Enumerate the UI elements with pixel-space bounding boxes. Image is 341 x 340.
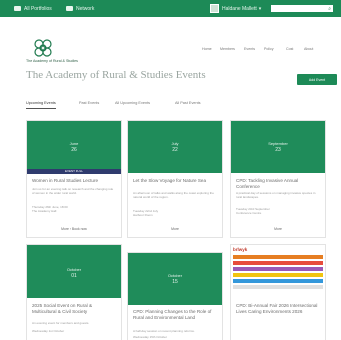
- event-month: October: [167, 273, 183, 278]
- event-date-block: June 26: [27, 121, 121, 169]
- nav-home[interactable]: Home: [202, 47, 212, 51]
- nav-policy[interactable]: Policy: [264, 47, 274, 51]
- nav-about[interactable]: About: [304, 47, 313, 51]
- event-title[interactable]: CPD: Tackling Invasive Annual Conference: [236, 178, 320, 190]
- event-day: 22: [172, 147, 178, 153]
- chevron-down-icon: ▾: [258, 5, 262, 12]
- event-card[interactable]: June 26 EVENT FULL Women in Rural Studie…: [26, 120, 122, 238]
- event-month: June: [69, 141, 79, 146]
- event-title[interactable]: 2025 Social Event on Rural & Multicultur…: [32, 303, 116, 315]
- event-full-badge: EVENT FULL: [27, 169, 121, 174]
- event-description: A half-day session on recent planning re…: [133, 329, 195, 333]
- tab-past-events[interactable]: Past Events: [79, 101, 99, 105]
- event-title[interactable]: CPD: Bi-Annual Fair 2026 Intersectional …: [236, 303, 320, 315]
- event-month: September: [268, 141, 288, 146]
- search-input[interactable]: ⌕: [270, 4, 334, 13]
- network-icon: [66, 6, 73, 11]
- event-day: 26: [71, 147, 77, 153]
- promo-strip-purple: [233, 267, 323, 271]
- all-portfolios-link[interactable]: All Portfolios: [14, 3, 52, 14]
- user-name: Haldane Mallett: [222, 5, 257, 12]
- user-menu[interactable]: Haldane Mallett ▾: [210, 2, 261, 15]
- event-month: July: [171, 141, 179, 146]
- event-title[interactable]: Let the Slow Voyage for Nature Sea: [133, 178, 217, 184]
- promo-strip-grey: [233, 285, 323, 289]
- event-more-link[interactable]: More: [128, 227, 222, 231]
- page-title: The Academy of Rural & Studies Events: [26, 69, 206, 81]
- event-location: Conference Centre: [236, 211, 262, 215]
- event-card[interactable]: October 15 CPD: Planning Changes to the …: [127, 252, 223, 340]
- event-date-text: Wednesday 1st October: [32, 329, 65, 333]
- event-date-text: Wednesday 15th October: [133, 335, 167, 339]
- event-day: 23: [275, 147, 281, 153]
- promo-strip-orange: [233, 255, 323, 259]
- event-location: The Academy Hall: [32, 209, 57, 213]
- event-more-link[interactable]: More › Book now: [27, 227, 121, 231]
- promo-strip-red: [233, 261, 323, 265]
- event-day: 15: [172, 279, 178, 285]
- top-navigation-bar: All Portfolios Network Haldane Mallett ▾…: [0, 0, 341, 17]
- event-description: A practical day of sessions on managing …: [236, 191, 316, 199]
- nav-events[interactable]: Events: [244, 47, 255, 51]
- event-description: An evening event for members and guests.: [32, 321, 90, 325]
- network-link[interactable]: Network: [66, 3, 94, 14]
- event-description: An afternoon of talks and walks along th…: [133, 191, 214, 199]
- event-day: 01: [71, 273, 77, 279]
- add-event-button[interactable]: Add Event: [297, 74, 337, 85]
- event-card[interactable]: July 22 Let the Slow Voyage for Nature S…: [127, 120, 223, 238]
- academy-logo-icon[interactable]: [32, 37, 54, 59]
- tab-all-past-events[interactable]: All Past Events: [175, 101, 201, 105]
- event-date-block: October 15: [128, 253, 222, 305]
- event-location: Harbour Room: [133, 213, 153, 217]
- network-label: Network: [76, 5, 95, 12]
- event-card[interactable]: brlwyk CPD: Bi-Annual Fair 2026 Intersec…: [230, 244, 326, 340]
- event-title[interactable]: Women in Rural Studies Lecture: [32, 178, 116, 184]
- event-date-block: October 01: [27, 245, 121, 298]
- event-card[interactable]: October 01 2025 Social Event on Rural & …: [26, 244, 122, 340]
- event-month: October: [66, 267, 82, 272]
- nav-cost[interactable]: Cost: [286, 47, 293, 51]
- promo-strip-yellow: [233, 273, 323, 277]
- logo-text: The Academy of Rural & Studies: [26, 59, 78, 63]
- portfolio-icon: [14, 6, 21, 11]
- event-description: Join us for an evening talk on research …: [32, 187, 114, 195]
- tab-upcoming-events[interactable]: Upcoming Events: [26, 101, 56, 109]
- event-date-block: September 23: [231, 121, 325, 173]
- promo-logo: brlwyk: [233, 247, 248, 252]
- event-title[interactable]: CPD: Planning Changes to the Role of Rur…: [133, 309, 217, 321]
- event-more-link[interactable]: More: [231, 227, 325, 231]
- avatar: [210, 4, 219, 13]
- promo-strip-blue: [233, 279, 323, 283]
- event-card[interactable]: September 23 CPD: Tackling Invasive Annu…: [230, 120, 326, 238]
- tab-all-upcoming-events[interactable]: All Upcoming Events: [115, 101, 150, 105]
- all-portfolios-label: All Portfolios: [24, 5, 52, 12]
- nav-members[interactable]: Members: [220, 47, 235, 51]
- event-date-block: July 22: [128, 121, 222, 173]
- search-icon[interactable]: ⌕: [328, 6, 331, 12]
